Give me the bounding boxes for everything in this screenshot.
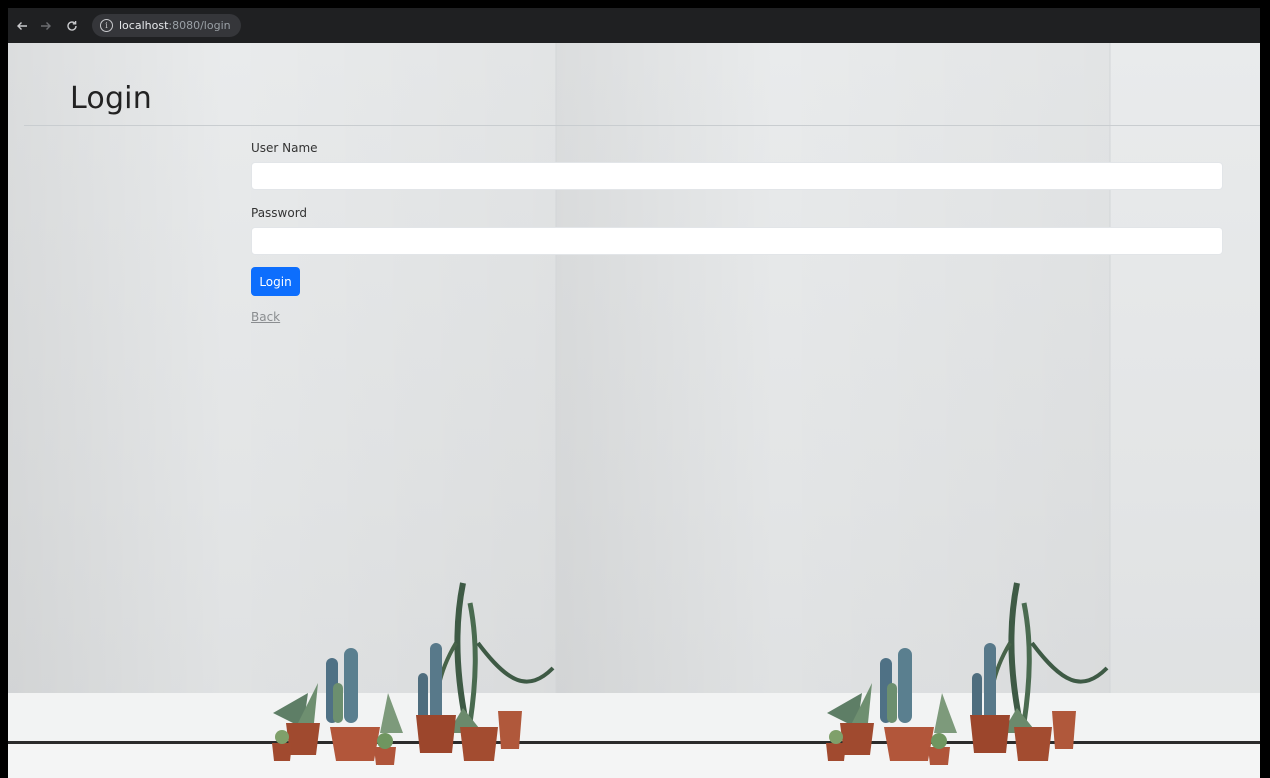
forward-nav-button[interactable] [36, 16, 56, 36]
reload-button[interactable] [62, 16, 82, 36]
browser-window: i localhost :8080/login Login User Name … [8, 8, 1260, 778]
password-input[interactable] [251, 227, 1223, 255]
info-icon[interactable]: i [100, 19, 113, 32]
back-nav-button[interactable] [12, 16, 32, 36]
page-title: Login [70, 81, 152, 116]
username-input[interactable] [251, 162, 1223, 190]
page-viewport: Login User Name Password Login Back [8, 43, 1260, 778]
header-divider [24, 125, 1260, 126]
address-bar[interactable]: i localhost :8080/login [92, 14, 241, 37]
back-link[interactable]: Back [251, 310, 280, 324]
reload-icon [67, 20, 77, 31]
login-page: Login User Name Password Login Back [8, 43, 1260, 778]
arrow-right-icon [41, 21, 51, 30]
browser-toolbar: i localhost :8080/login [8, 8, 1260, 44]
arrow-left-icon [17, 21, 27, 30]
login-button[interactable]: Login [251, 267, 300, 296]
address-path: :8080/login [168, 19, 231, 32]
password-label: Password [251, 206, 308, 220]
address-host: localhost [119, 19, 169, 32]
username-label: User Name [251, 141, 318, 155]
